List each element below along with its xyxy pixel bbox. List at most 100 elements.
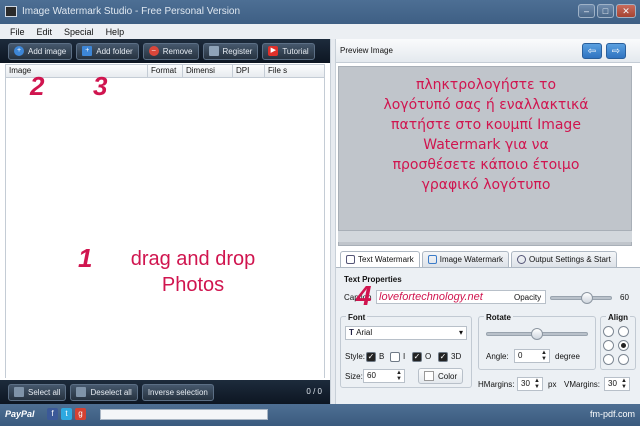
- 3d-checkbox[interactable]: ✓: [438, 352, 448, 362]
- add-image-button[interactable]: + Add image: [8, 42, 73, 60]
- site-link[interactable]: fm-pdf.com: [590, 409, 635, 419]
- drag-line-1: drag and drop: [130, 248, 256, 270]
- align-top-left[interactable]: [603, 326, 614, 337]
- status-bar: PayPal f t g fm-pdf.com: [0, 404, 640, 426]
- outline-checkbox[interactable]: ✓: [412, 352, 422, 362]
- hmargins-spinner[interactable]: 30 ▲ ▼: [517, 377, 543, 391]
- font-select[interactable]: T Arial ▾: [345, 326, 467, 340]
- align-middle-left[interactable]: [603, 340, 614, 351]
- deselect-all-button[interactable]: Deselect all: [70, 383, 138, 401]
- align-top-right[interactable]: [618, 326, 629, 337]
- minimize-button[interactable]: –: [578, 4, 595, 18]
- column-dimensions[interactable]: Dimensi: [183, 65, 233, 77]
- bold-label: B: [379, 352, 385, 361]
- maximize-button[interactable]: □: [597, 4, 614, 18]
- add-folder-label: Add folder: [96, 46, 133, 56]
- plus-icon: +: [14, 46, 24, 56]
- facebook-icon[interactable]: f: [47, 408, 58, 420]
- select-all-icon: [14, 387, 24, 397]
- tutorial-label: Tutorial: [282, 46, 309, 56]
- file-list-header: Image Format Dimensi DPI File s: [5, 64, 325, 78]
- tab-output-settings-label: Output Settings & Start: [529, 255, 611, 264]
- file-count: 0 / 0: [306, 387, 322, 396]
- menu-help[interactable]: Help: [106, 27, 125, 37]
- preview-scrollbar[interactable]: [338, 230, 632, 242]
- align-bottom-left[interactable]: [603, 354, 614, 365]
- toolbar: + Add image + Add folder – Remove Regist…: [0, 39, 330, 63]
- spinner-arrows-icon[interactable]: ▲ ▼: [621, 378, 627, 390]
- text-watermark-panel: Text Properties Caption lovefortechnolog…: [336, 267, 640, 404]
- opacity-value: 60: [620, 293, 629, 302]
- close-button[interactable]: ✕: [616, 4, 636, 18]
- column-image[interactable]: Image: [6, 65, 148, 77]
- column-format[interactable]: Format: [148, 65, 183, 77]
- menu-file[interactable]: File: [10, 27, 25, 37]
- italic-checkbox[interactable]: [390, 352, 400, 362]
- degree-label: degree: [555, 352, 580, 361]
- app-icon: [5, 6, 17, 17]
- vmargins-label: VMargins:: [564, 380, 601, 389]
- drag-drop-hint: drag and drop Photos: [100, 246, 286, 298]
- window-title: Image Watermark Studio - Free Personal V…: [22, 6, 241, 17]
- column-file-size[interactable]: File s: [265, 65, 324, 77]
- menu-edit[interactable]: Edit: [37, 27, 53, 37]
- select-all-label: Select all: [28, 387, 61, 397]
- font-heading: Font: [346, 313, 368, 322]
- size-spinner[interactable]: 60 ▲ ▼: [363, 369, 405, 383]
- rotate-slider-knob[interactable]: [531, 328, 543, 340]
- opacity-slider[interactable]: [550, 292, 612, 304]
- twitter-icon[interactable]: t: [61, 408, 72, 420]
- outline-label: O: [425, 352, 432, 361]
- chevron-down-icon: ▾: [458, 328, 463, 337]
- next-arrow-icon[interactable]: ⇨: [606, 43, 626, 59]
- bold-checkbox[interactable]: ✓: [366, 352, 376, 362]
- angle-spinner[interactable]: 0 ▲ ▼: [514, 349, 550, 363]
- rotate-heading: Rotate: [484, 313, 513, 322]
- inverse-selection-button[interactable]: Inverse selection: [141, 383, 214, 401]
- preview-line: γραφικό λογότυπο: [421, 177, 551, 193]
- annotation-3: 3: [93, 71, 108, 101]
- tab-output-settings[interactable]: Output Settings & Start: [511, 251, 617, 267]
- spinner-arrows-icon[interactable]: ▲ ▼: [541, 350, 547, 362]
- opacity-slider-knob[interactable]: [581, 292, 593, 304]
- select-all-button[interactable]: Select all: [8, 383, 67, 401]
- register-button[interactable]: Register: [202, 42, 259, 60]
- tab-text-watermark[interactable]: Text Watermark: [340, 251, 420, 267]
- remove-button[interactable]: – Remove: [142, 42, 199, 60]
- color-button[interactable]: Color: [418, 368, 464, 384]
- tools-icon: [517, 255, 526, 264]
- preview-image: πληκτρολογήστε το λογότυπό σας ή εναλλακ…: [338, 66, 632, 246]
- style-label: Style:: [345, 352, 366, 361]
- deselect-all-label: Deselect all: [90, 387, 132, 397]
- file-list[interactable]: [5, 78, 325, 378]
- rotate-slider[interactable]: [486, 328, 588, 340]
- preview-header: Preview Image ⇦ ⇨: [336, 39, 640, 63]
- spinner-arrows-icon[interactable]: ▲ ▼: [396, 370, 402, 382]
- preview-line: πατήστε στο κουμπί Image: [391, 117, 581, 133]
- previous-arrow-icon[interactable]: ⇦: [582, 43, 602, 59]
- preview-line: Watermark για να: [423, 137, 549, 153]
- google-plus-icon[interactable]: g: [75, 408, 86, 420]
- progress-bar: [100, 409, 268, 420]
- remove-icon: –: [148, 46, 159, 56]
- paypal-link[interactable]: PayPal: [5, 409, 35, 419]
- annotation-4: 4: [356, 280, 372, 311]
- vmargins-spinner[interactable]: 30 ▲ ▼: [604, 377, 630, 391]
- align-middle-right[interactable]: [618, 340, 629, 351]
- column-dpi[interactable]: DPI: [233, 65, 265, 77]
- angle-label: Angle:: [486, 352, 509, 361]
- tab-image-watermark[interactable]: Image Watermark: [421, 251, 509, 267]
- menu-special[interactable]: Special: [64, 27, 94, 37]
- font-family-value: Arial: [356, 328, 373, 337]
- 3d-label: 3D: [451, 352, 462, 361]
- register-label: Register: [222, 46, 253, 56]
- text-properties-heading: Text Properties: [344, 275, 402, 284]
- size-value: 60: [367, 371, 376, 380]
- selection-bar: Select all Deselect all Inverse selectio…: [0, 380, 330, 404]
- spinner-arrows-icon[interactable]: ▲ ▼: [534, 378, 540, 390]
- tutorial-button[interactable]: ▶ Tutorial: [262, 42, 315, 60]
- align-bottom-right[interactable]: [618, 354, 629, 365]
- title-bar: Image Watermark Studio - Free Personal V…: [0, 0, 640, 24]
- add-folder-button[interactable]: + Add folder: [76, 42, 139, 60]
- italic-label: I: [403, 352, 406, 361]
